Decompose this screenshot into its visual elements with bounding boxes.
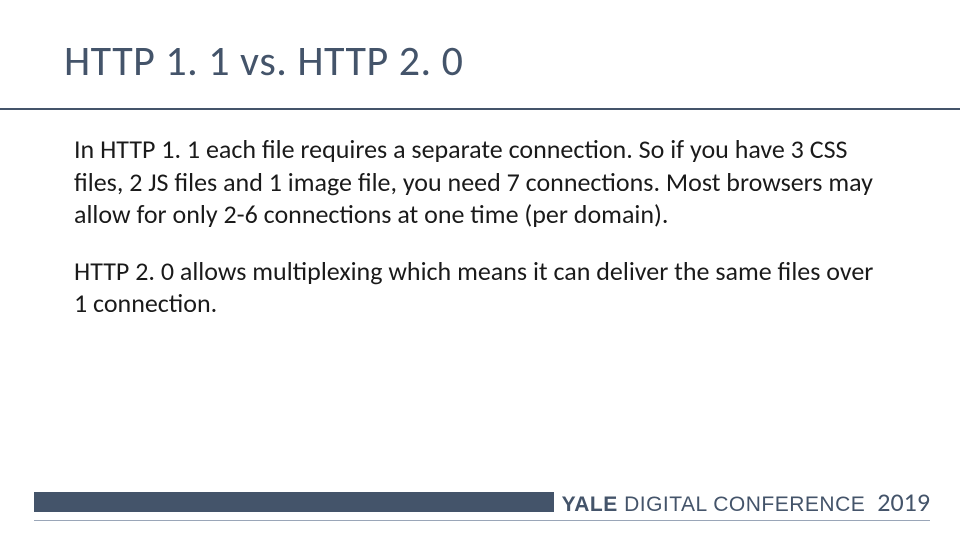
footer-thin-line: [34, 520, 930, 521]
slide-body: In HTTP 1. 1 each file requires a separa…: [64, 133, 896, 320]
footer-accent-bar: [34, 492, 554, 512]
paragraph-1: In HTTP 1. 1 each file requires a separa…: [74, 133, 886, 231]
title-divider: [0, 108, 960, 110]
footer: YALE DIGITAL CONFERENCE 2019: [0, 490, 960, 522]
slide-title: HTTP 1. 1 vs. HTTP 2. 0: [64, 36, 896, 95]
slide: HTTP 1. 1 vs. HTTP 2. 0 In HTTP 1. 1 eac…: [0, 0, 960, 540]
paragraph-2: HTTP 2. 0 allows multiplexing which mean…: [74, 255, 886, 320]
footer-brand: YALE DIGITAL CONFERENCE: [562, 493, 866, 517]
footer-right: YALE DIGITAL CONFERENCE 2019: [562, 486, 930, 518]
footer-brand-bold: YALE: [562, 493, 618, 516]
footer-brand-light: DIGITAL CONFERENCE: [618, 493, 866, 516]
footer-year: 2019: [877, 486, 930, 518]
